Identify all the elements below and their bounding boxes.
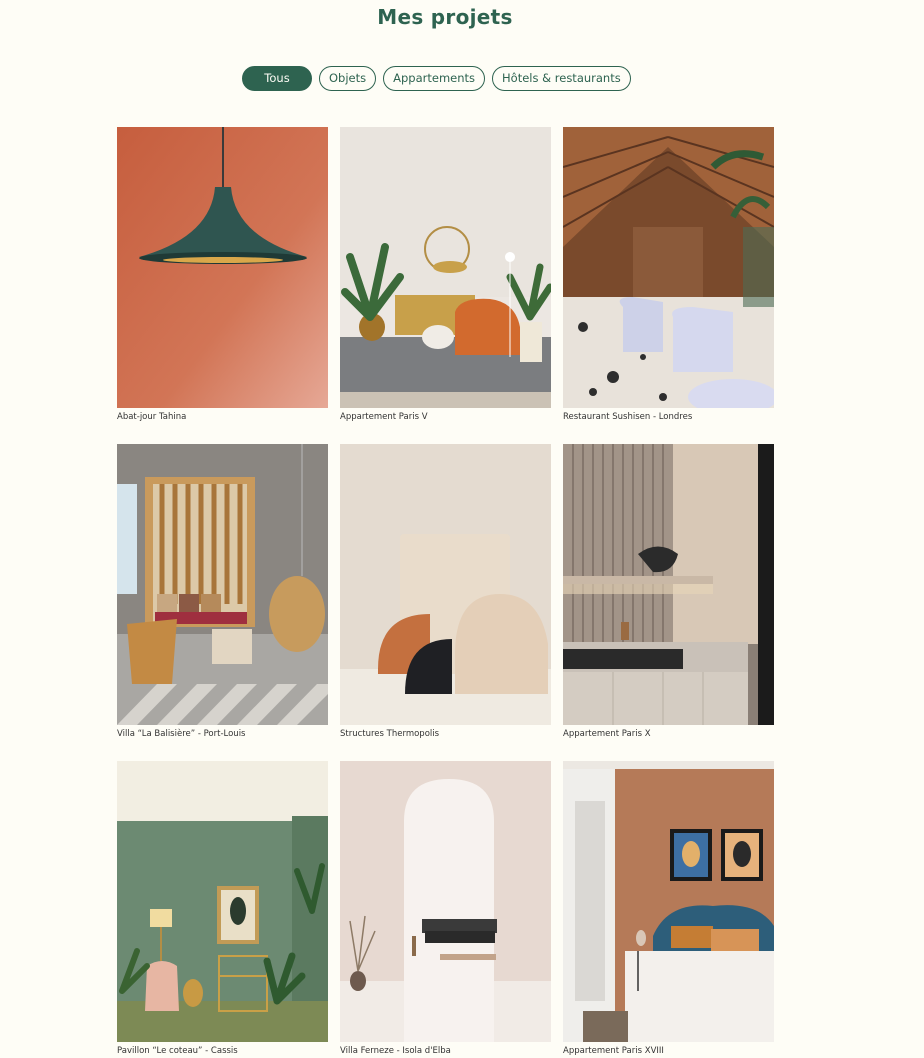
project-image[interactable] — [340, 761, 551, 1042]
project-card[interactable]: Restaurant Sushisen - Londres — [563, 127, 774, 424]
project-card[interactable]: Villa “La Balisière” - Port-Louis — [117, 444, 328, 741]
filter-objects-button[interactable]: Objets — [319, 66, 377, 91]
filter-apartments-button[interactable]: Appartements — [383, 66, 486, 91]
project-title[interactable]: Structures Thermopolis — [340, 729, 551, 741]
filter-bar: Tous Objets Appartements Hôtels & restau… — [242, 66, 631, 91]
project-title[interactable]: Restaurant Sushisen - Londres — [563, 412, 774, 424]
project-image[interactable] — [563, 127, 774, 408]
project-image[interactable] — [563, 444, 774, 725]
project-title[interactable]: Villa “La Balisière” - Port-Louis — [117, 729, 328, 741]
project-card[interactable]: Appartement Paris XVIII — [563, 761, 774, 1058]
project-image[interactable] — [340, 444, 551, 725]
project-image[interactable] — [340, 127, 551, 408]
project-card[interactable]: Pavillon “Le coteau” - Cassis — [117, 761, 328, 1058]
project-image[interactable] — [117, 127, 328, 408]
page-title: Mes projets — [377, 5, 513, 29]
project-image[interactable] — [117, 444, 328, 725]
project-title[interactable]: Appartement Paris X — [563, 729, 774, 741]
filter-all-button[interactable]: Tous — [242, 66, 312, 91]
project-image[interactable] — [117, 761, 328, 1042]
project-card[interactable]: Abat-jour Tahina — [117, 127, 328, 424]
project-card[interactable]: Villa Ferneze - Isola d'Elba — [340, 761, 551, 1058]
project-card[interactable]: Appartement Paris V — [340, 127, 551, 424]
project-card[interactable]: Appartement Paris X — [563, 444, 774, 741]
project-title[interactable]: Abat-jour Tahina — [117, 412, 328, 424]
project-card[interactable]: Structures Thermopolis — [340, 444, 551, 741]
project-image[interactable] — [563, 761, 774, 1042]
project-grid: Abat-jour Tahina Appartement Paris V Res… — [117, 127, 774, 1058]
project-title[interactable]: Appartement Paris V — [340, 412, 551, 424]
filter-hotels-restaurants-button[interactable]: Hôtels & restaurants — [492, 66, 631, 91]
